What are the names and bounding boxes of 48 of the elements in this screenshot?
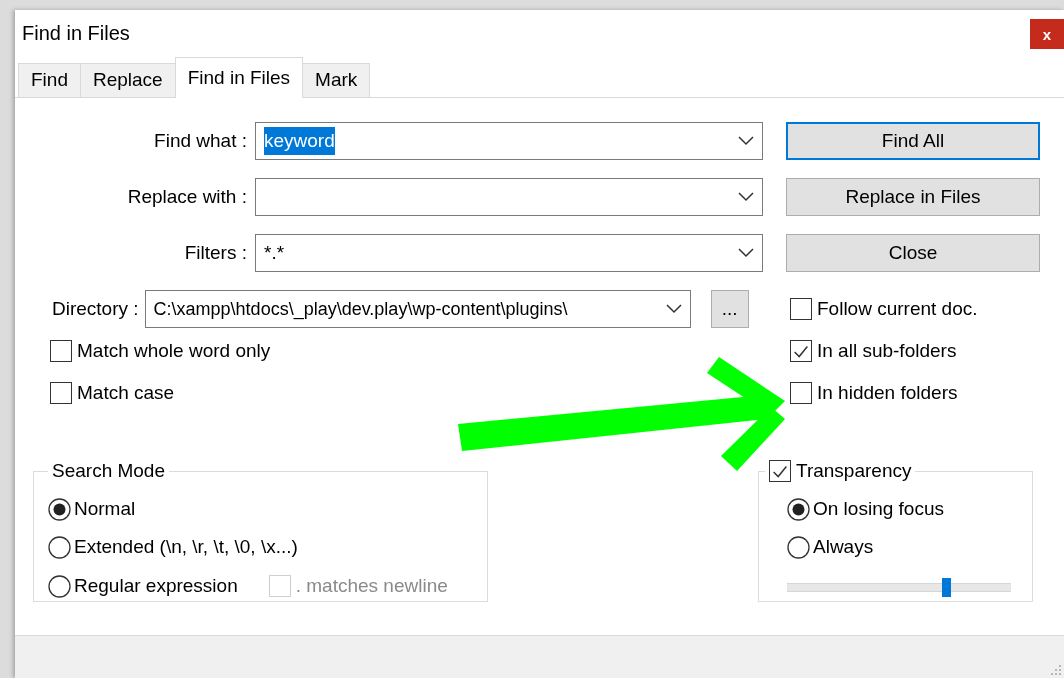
radio-button[interactable] — [48, 536, 71, 560]
field-label: Directory : — [52, 296, 139, 321]
option-label: Match whole word only — [77, 338, 271, 363]
chevron-icon[interactable] — [665, 304, 682, 314]
field-label: Filters : — [183, 240, 247, 265]
window-title: Find in Files — [21, 20, 130, 46]
radio-button[interactable] — [787, 536, 810, 560]
dropdown-field[interactable] — [255, 178, 763, 216]
option-label: Transparency — [796, 460, 912, 483]
checkbox[interactable] — [790, 382, 812, 404]
dialog-button[interactable]: Replace in Files — [786, 178, 1040, 216]
resize-grip-icon[interactable] — [1050, 664, 1062, 676]
dropdown-field[interactable]: C:\xampp\htdocs\_play\dev.play\wp-content\plugins\ — [144, 290, 691, 328]
radio-button[interactable] — [787, 497, 810, 521]
option-label: In all sub-folders — [817, 338, 957, 363]
slider-thumb[interactable] — [942, 577, 952, 597]
dialog-button[interactable]: Close — [786, 234, 1040, 272]
chevron-icon[interactable] — [738, 192, 754, 202]
group-title: Search Mode — [51, 460, 166, 483]
tab[interactable]: Find in Files — [174, 57, 304, 98]
dialog-button[interactable]: Find All — [786, 122, 1040, 160]
option-label: Regular expression — [74, 573, 238, 598]
radio-button[interactable] — [48, 497, 71, 521]
chevron-icon[interactable] — [738, 136, 754, 146]
browse-button[interactable]: ... — [710, 290, 749, 328]
checkbox[interactable] — [50, 382, 72, 404]
option-label: Follow current doc. — [817, 296, 978, 321]
checkbox[interactable] — [50, 340, 72, 362]
dropdown-field[interactable]: keyword — [255, 122, 763, 160]
option-label: Match case — [77, 380, 175, 405]
checkbox[interactable] — [769, 460, 791, 483]
option-label: Normal — [74, 496, 136, 521]
field-label: Replace with : — [126, 184, 247, 209]
checkbox[interactable] — [790, 340, 812, 362]
window-close-button[interactable]: x — [1030, 19, 1064, 49]
option-label: On losing focus — [813, 496, 944, 521]
option-label: In hidden folders — [817, 380, 958, 405]
radio-button[interactable] — [48, 574, 71, 598]
tab[interactable]: Replace — [79, 63, 176, 97]
tab[interactable]: Find — [18, 63, 81, 97]
option-label: Always — [813, 535, 874, 560]
field-label: Find what : — [153, 128, 247, 153]
option-label: . matches newline — [295, 573, 448, 598]
dropdown-field[interactable]: *.* — [255, 234, 763, 272]
option-label: Extended (\n, \r, \t, \0, \x...) — [74, 535, 298, 560]
checkbox[interactable] — [790, 298, 812, 320]
chevron-icon[interactable] — [738, 248, 754, 258]
tab[interactable]: Mark — [302, 63, 371, 97]
